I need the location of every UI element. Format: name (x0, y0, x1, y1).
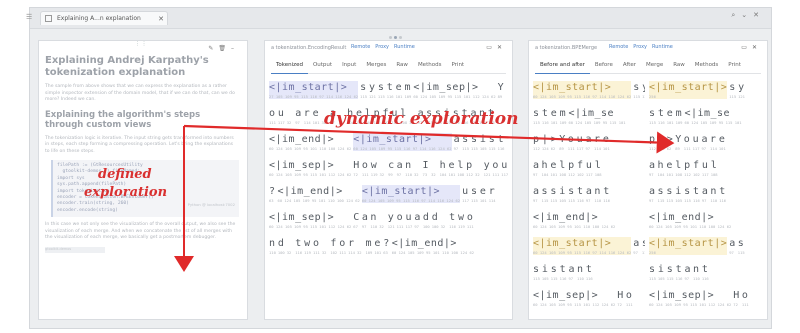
dynamic-exploration-label: dynamic exploration (324, 109, 519, 129)
defined-label: defined (98, 167, 152, 182)
exploration-label: exploration (84, 185, 168, 200)
